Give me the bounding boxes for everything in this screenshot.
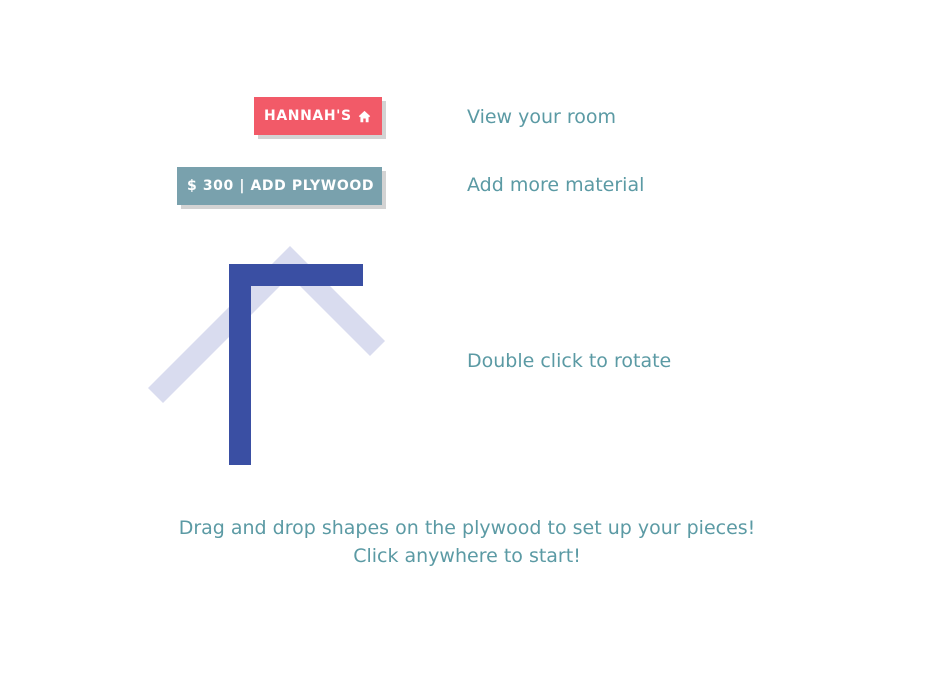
shape-preview[interactable] [140, 240, 400, 480]
home-icon [358, 110, 370, 122]
home-button-label: HANNAH'S [264, 108, 352, 124]
rotate-hint: Double click to rotate [467, 350, 672, 372]
home-button[interactable]: HANNAH'S [254, 97, 382, 135]
instructions-line-2: Click anywhere to start! [353, 545, 581, 567]
draggable-angle-piece[interactable] [229, 264, 363, 465]
view-room-hint: View your room [467, 106, 617, 128]
add-material-hint: Add more material [467, 174, 645, 196]
add-plywood-button[interactable]: $ 300 | ADD PLYWOOD [177, 167, 382, 205]
add-plywood-label: $ 300 | ADD PLYWOOD [187, 178, 375, 194]
start-instructions[interactable]: Drag and drop shapes on the plywood to s… [0, 514, 934, 570]
instructions-line-1: Drag and drop shapes on the plywood to s… [178, 517, 756, 539]
